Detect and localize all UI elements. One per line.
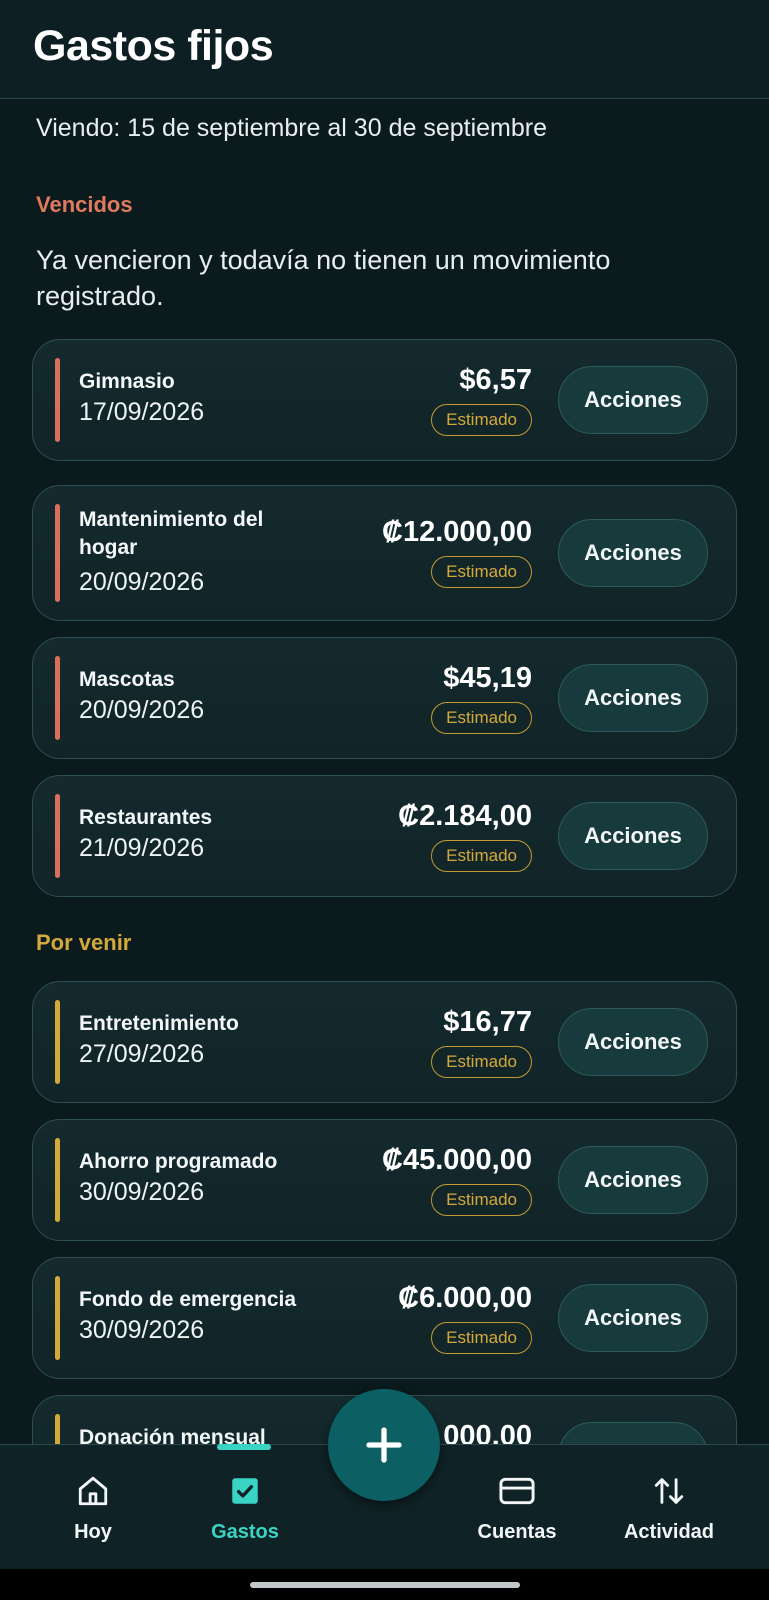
estimated-badge: Estimado: [431, 1322, 532, 1354]
actions-button[interactable]: Acciones: [558, 366, 708, 434]
checkbox-icon: [185, 1471, 305, 1511]
status-bar-overdue: [55, 656, 60, 740]
app-header: Gastos fijos: [0, 0, 769, 99]
expense-card-fondo-emergencia[interactable]: Fondo de emergencia 30/09/2026 ₡6.000,00…: [32, 1257, 737, 1379]
expense-name: Mascotas: [79, 668, 175, 691]
expense-date: 27/09/2026: [79, 1040, 205, 1068]
expense-name: Mantenimiento del hogar: [79, 508, 264, 559]
expense-date: 17/09/2026: [79, 398, 205, 426]
expense-date: 20/09/2026: [79, 696, 205, 724]
section-description-overdue: Ya vencieron y todavía no tienen un movi…: [36, 245, 611, 311]
nav-label: Actividad: [623, 1521, 715, 1543]
estimated-badge: Estimado: [431, 556, 532, 588]
expense-card-mantenimiento[interactable]: Mantenimiento del hogar 20/09/2026 ₡12.0…: [32, 485, 737, 621]
expense-date: 30/09/2026: [79, 1178, 205, 1206]
credit-card-icon: [457, 1471, 577, 1511]
actions-button[interactable]: Acciones: [558, 1146, 708, 1214]
content-scroll[interactable]: Viendo: 15 de septiembre al 30 de septie…: [0, 100, 769, 1444]
expense-name: Restaurantes: [79, 806, 213, 829]
expense-card-mascotas[interactable]: Mascotas 20/09/2026 $45,19 Estimado Acci…: [32, 637, 737, 759]
estimated-badge: Estimado: [431, 1184, 532, 1216]
expense-name: Gimnasio: [79, 370, 175, 393]
expense-name: Ahorro programado: [79, 1150, 278, 1173]
actions-button[interactable]: Acciones: [558, 1008, 708, 1076]
expense-name: Donación mensual: [79, 1426, 266, 1444]
status-bar-upcoming: [55, 1138, 60, 1222]
status-bar-overdue: [55, 504, 60, 602]
nav-item-gastos[interactable]: Gastos: [185, 1471, 305, 1544]
expense-date: 30/09/2026: [79, 1316, 205, 1344]
expense-amount: ₡2.184,00: [398, 800, 532, 832]
actions-button[interactable]: Acciones: [558, 519, 708, 587]
actions-button[interactable]: Acciones: [558, 802, 708, 870]
active-tab-indicator: [217, 1444, 271, 1450]
plus-icon: [366, 1427, 402, 1463]
app-root: Gastos fijos Viendo: 15 de septiembre al…: [0, 0, 769, 1600]
expense-name: Fondo de emergencia: [79, 1288, 297, 1311]
expense-name: Entretenimiento: [79, 1012, 239, 1035]
expense-amount: ₡12.000,00: [382, 516, 532, 548]
actions-button[interactable]: [558, 1422, 708, 1444]
actions-button[interactable]: Acciones: [558, 664, 708, 732]
actions-button[interactable]: Acciones: [558, 1284, 708, 1352]
expense-amount: ₡6.000,00: [398, 1282, 532, 1314]
nav-item-cuentas[interactable]: Cuentas: [457, 1471, 577, 1544]
estimated-badge: Estimado: [431, 840, 532, 872]
section-title-overdue: Vencidos: [36, 192, 133, 217]
page-title: Gastos fijos: [33, 22, 274, 70]
expense-date: 20/09/2026: [79, 568, 205, 596]
nav-label: Cuentas: [477, 1521, 557, 1543]
nav-label: Gastos: [211, 1521, 279, 1543]
status-bar-overdue: [55, 794, 60, 878]
expense-amount: $45,19: [443, 662, 532, 694]
expense-amount: ₡45.000,00: [382, 1144, 532, 1176]
expense-amount: $16,77: [443, 1006, 532, 1038]
expense-date: 21/09/2026: [79, 834, 205, 862]
status-bar-upcoming: [55, 1276, 60, 1360]
status-bar-upcoming: [55, 1414, 60, 1444]
nav-item-actividad[interactable]: Actividad: [609, 1471, 729, 1544]
nav-label: Hoy: [74, 1521, 112, 1543]
section-title-upcoming: Por venir: [36, 930, 132, 955]
status-bar-upcoming: [55, 1000, 60, 1084]
home-icon: [33, 1471, 153, 1511]
estimated-badge: Estimado: [431, 702, 532, 734]
date-range-text: Viendo: 15 de septiembre al 30 de septie…: [36, 114, 547, 142]
expense-card-restaurantes[interactable]: Restaurantes 21/09/2026 ₡2.184,00 Estima…: [32, 775, 737, 897]
estimated-badge: Estimado: [431, 1046, 532, 1078]
estimated-badge: Estimado: [431, 404, 532, 436]
expense-card-entretenimiento[interactable]: Entretenimiento 27/09/2026 $16,77 Estima…: [32, 981, 737, 1103]
status-bar-overdue: [55, 358, 60, 442]
expense-card-gimnasio[interactable]: Gimnasio 17/09/2026 $6,57 Estimado Accio…: [32, 339, 737, 461]
add-expense-button[interactable]: [328, 1389, 440, 1501]
expense-amount: $6,57: [459, 364, 532, 396]
transfer-arrows-icon: [609, 1471, 729, 1511]
expense-amount: 000,00: [443, 1420, 532, 1444]
expense-card-ahorro[interactable]: Ahorro programado 30/09/2026 ₡45.000,00 …: [32, 1119, 737, 1241]
gesture-handle[interactable]: [250, 1582, 520, 1588]
nav-item-hoy[interactable]: Hoy: [33, 1471, 153, 1544]
